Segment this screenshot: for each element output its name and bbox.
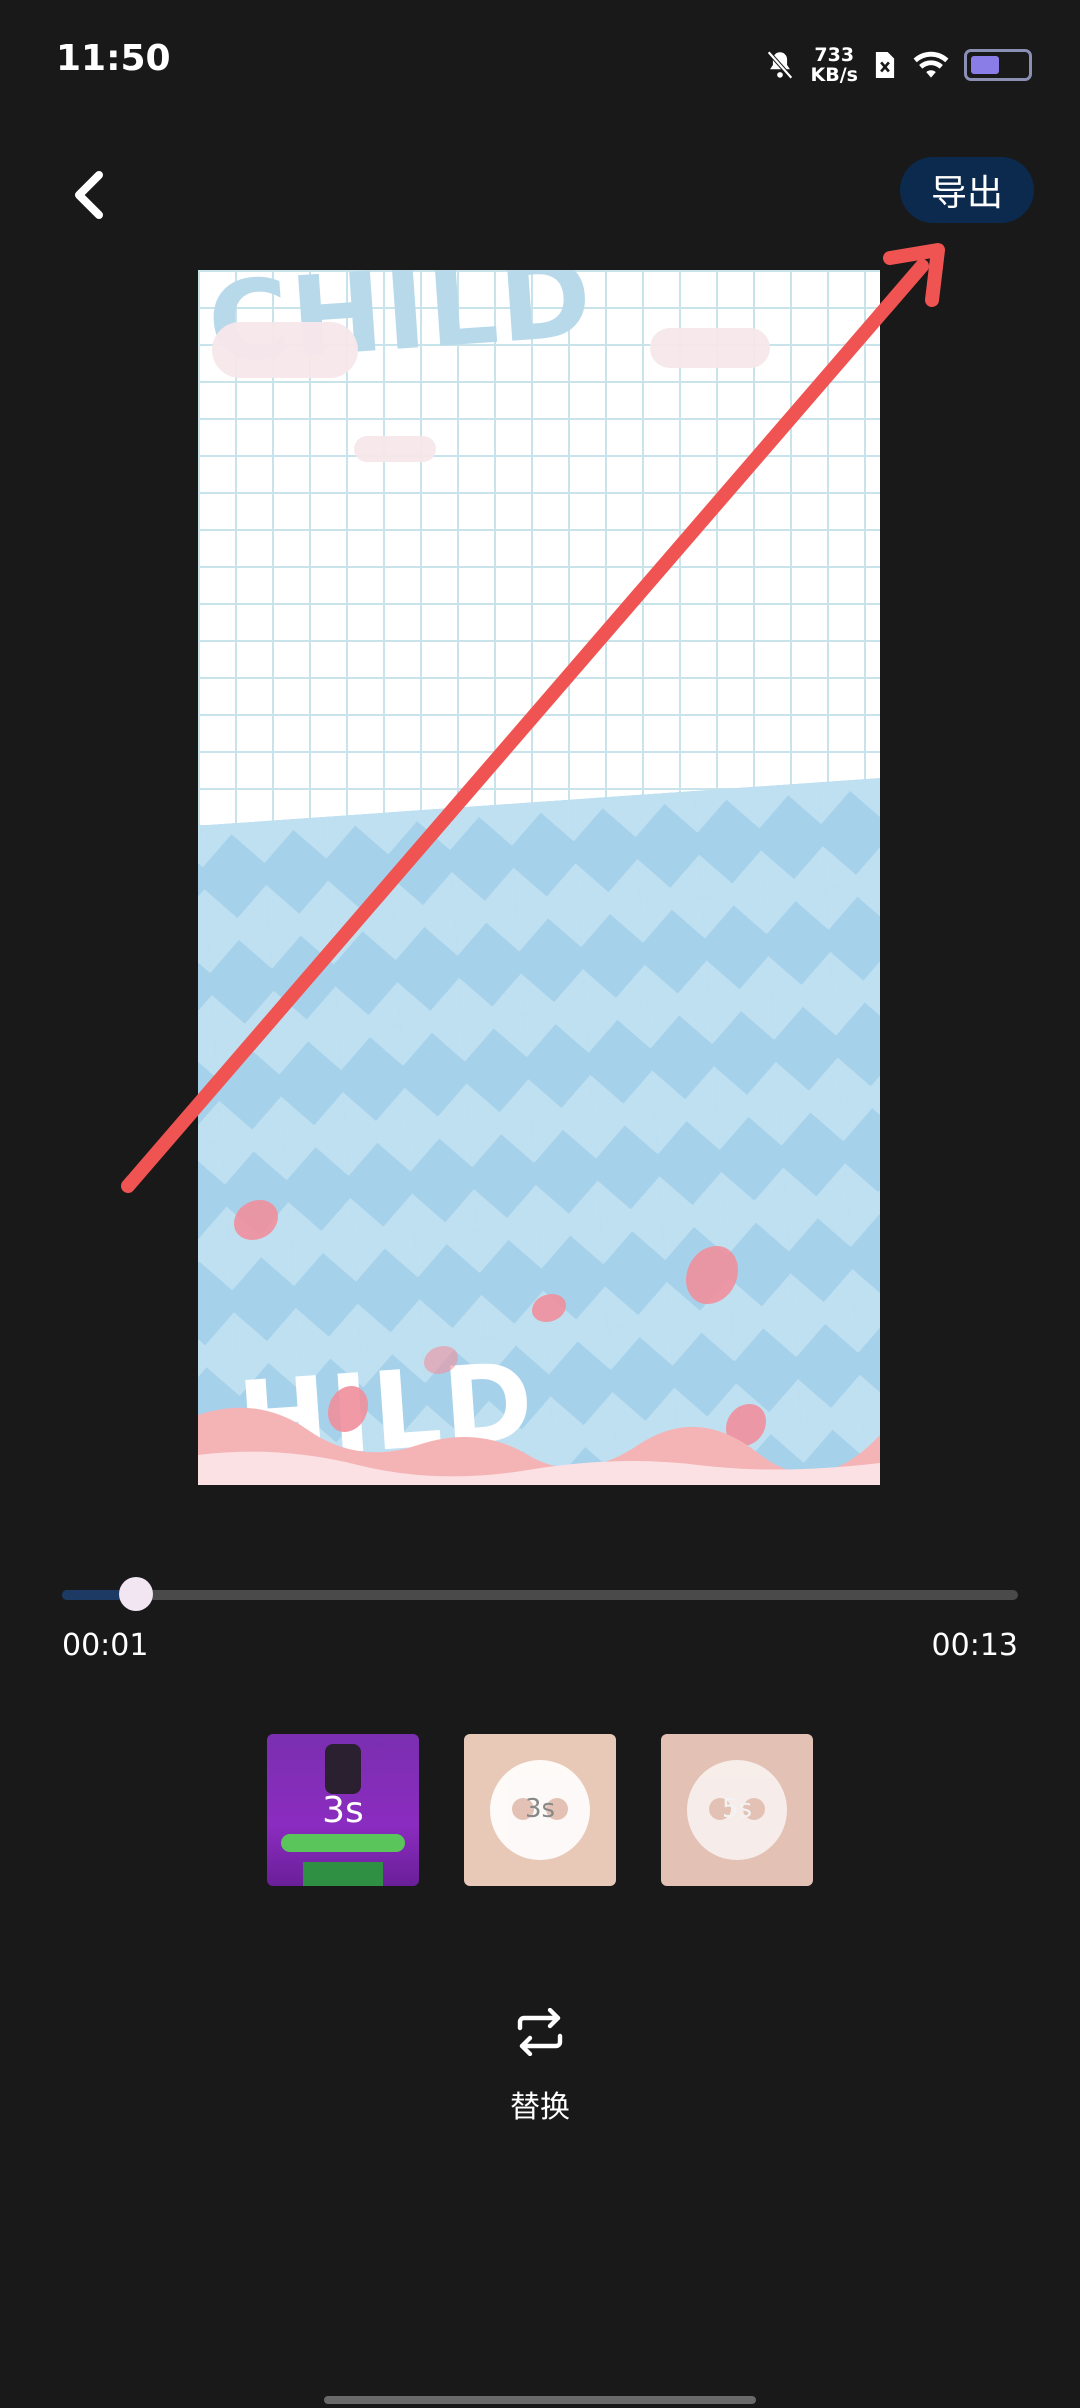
replace-label[interactable]: 替换 (480, 2082, 600, 2126)
current-time: 00:01 (62, 1628, 149, 1663)
pink-wave (198, 1407, 880, 1485)
clip-thumbnail[interactable]: 5s (661, 1734, 813, 1886)
thumbnail-overlay: 3s (322, 1790, 364, 1831)
cloud (650, 328, 770, 368)
battery-icon (964, 49, 1032, 81)
no-sim-icon (875, 52, 895, 78)
clip-thumbnail[interactable]: 3s (267, 1734, 419, 1886)
thumbnail-overlay: 5s (721, 1794, 753, 1824)
network-speed: 733 KB/s (811, 45, 858, 85)
character-figure (325, 1744, 361, 1794)
clip-thumbnails: 3s 3s 5s (267, 1734, 813, 1886)
status-time: 11:50 (56, 38, 171, 79)
mute-notification-icon (766, 50, 793, 80)
total-time: 00:13 (931, 1628, 1018, 1663)
status-icons: 733 KB/s (763, 40, 1032, 90)
net-speed-unit: KB/s (810, 64, 858, 86)
progress-knob[interactable] (118, 1577, 153, 1611)
thumbnail-bar (281, 1834, 405, 1852)
cloud (212, 322, 358, 378)
replace-button[interactable] (500, 2007, 580, 2060)
wifi-icon (913, 51, 949, 78)
export-button[interactable]: 导出 (900, 157, 1034, 223)
home-indicator[interactable] (324, 2396, 756, 2404)
back-button[interactable] (54, 160, 124, 230)
thumbnail-overlay: 3s (524, 1794, 556, 1824)
thumbnail-footer (303, 1862, 383, 1886)
chevron-left-icon (75, 171, 103, 219)
cloud (354, 436, 436, 462)
clip-thumbnail[interactable]: 3s (464, 1734, 616, 1886)
net-speed-value: 733 (814, 44, 855, 66)
replace-icon (517, 2007, 563, 2057)
progress-track[interactable] (62, 1590, 1018, 1600)
video-preview[interactable]: CHILD HILD (198, 270, 880, 1485)
